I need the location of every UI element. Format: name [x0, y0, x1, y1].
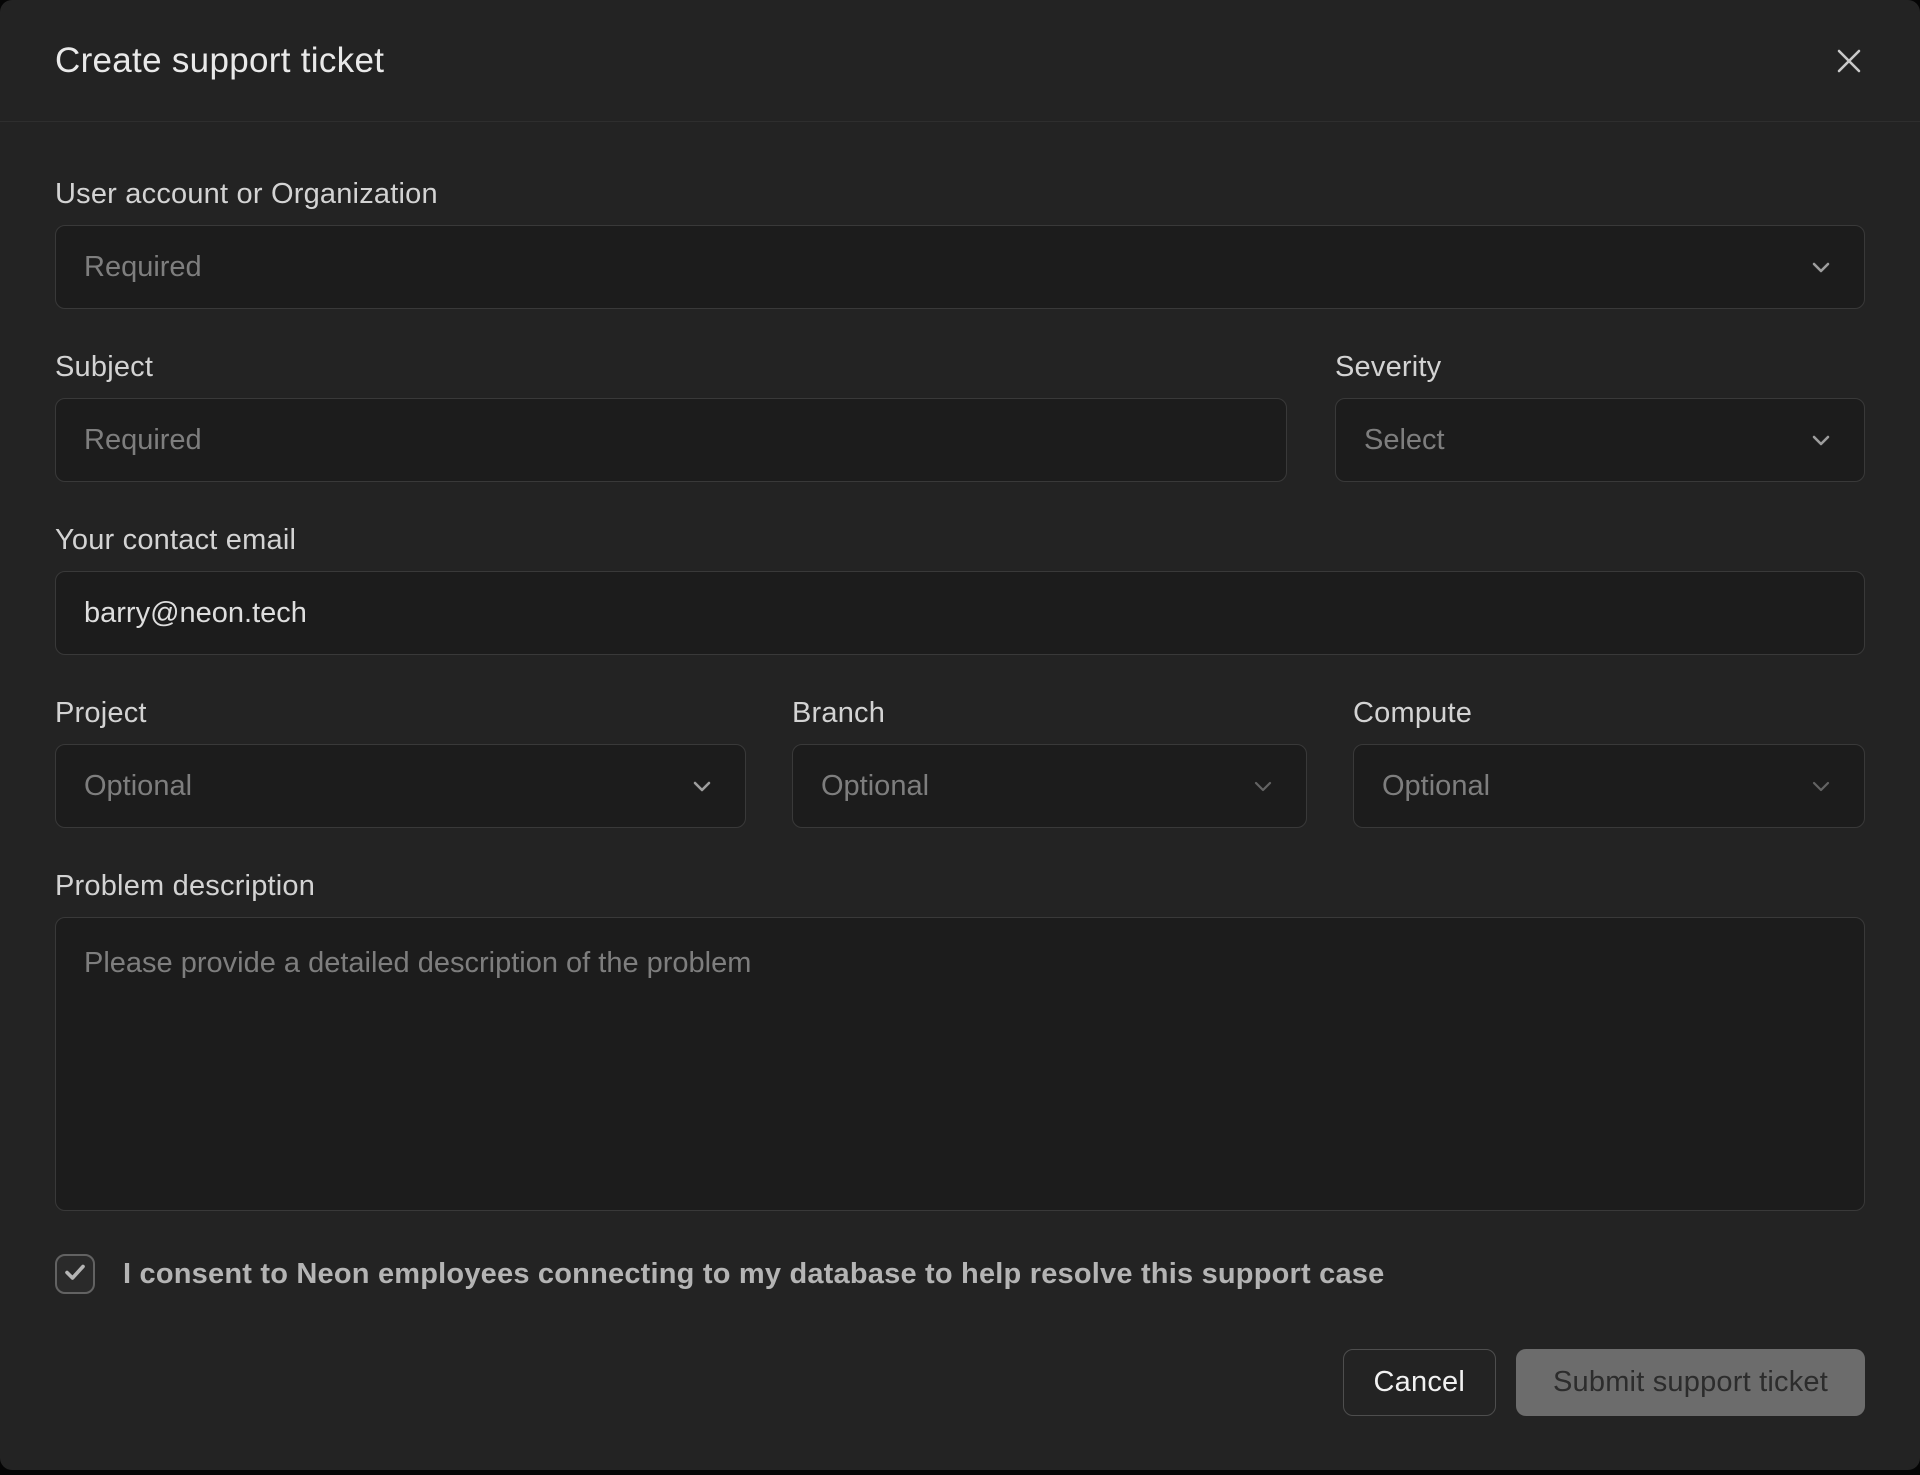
contact-email-input[interactable] — [55, 571, 1865, 655]
chevron-down-icon — [1806, 771, 1836, 801]
problem-description-label: Problem description — [55, 870, 1865, 903]
consent-label: I consent to Neon employees connecting t… — [123, 1258, 1384, 1291]
create-support-ticket-dialog: Create support ticket User account or Or… — [0, 0, 1920, 1470]
user-account-select[interactable]: Required — [55, 225, 1865, 309]
submit-support-ticket-button[interactable]: Submit support ticket — [1516, 1349, 1865, 1416]
problem-description-textarea[interactable] — [55, 917, 1865, 1211]
project-select[interactable]: Optional — [55, 744, 746, 828]
contact-email-label: Your contact email — [55, 524, 1865, 557]
close-icon — [1832, 44, 1866, 78]
subject-label: Subject — [55, 351, 1287, 384]
project-label: Project — [55, 697, 746, 730]
user-account-label: User account or Organization — [55, 178, 1865, 211]
severity-label: Severity — [1335, 351, 1865, 384]
checkmark-icon — [62, 1259, 88, 1290]
severity-select[interactable]: Select — [1335, 398, 1865, 482]
compute-select[interactable]: Optional — [1353, 744, 1865, 828]
user-account-placeholder: Required — [84, 251, 202, 284]
chevron-down-icon — [1806, 425, 1836, 455]
subject-input[interactable] — [55, 398, 1287, 482]
consent-row: I consent to Neon employees connecting t… — [55, 1254, 1865, 1294]
severity-placeholder: Select — [1364, 424, 1445, 457]
close-button[interactable] — [1825, 37, 1873, 85]
dialog-title: Create support ticket — [55, 41, 384, 81]
chevron-down-icon — [1248, 771, 1278, 801]
chevron-down-icon — [687, 771, 717, 801]
chevron-down-icon — [1806, 252, 1836, 282]
dialog-header: Create support ticket — [0, 0, 1920, 122]
compute-placeholder: Optional — [1382, 770, 1490, 803]
branch-select[interactable]: Optional — [792, 744, 1307, 828]
compute-label: Compute — [1353, 697, 1865, 730]
branch-label: Branch — [792, 697, 1307, 730]
project-placeholder: Optional — [84, 770, 192, 803]
branch-placeholder: Optional — [821, 770, 929, 803]
dialog-actions: Cancel Submit support ticket — [55, 1349, 1865, 1416]
cancel-button[interactable]: Cancel — [1343, 1349, 1496, 1416]
dialog-body: User account or Organization Required Su… — [0, 122, 1920, 1416]
consent-checkbox[interactable] — [55, 1254, 95, 1294]
